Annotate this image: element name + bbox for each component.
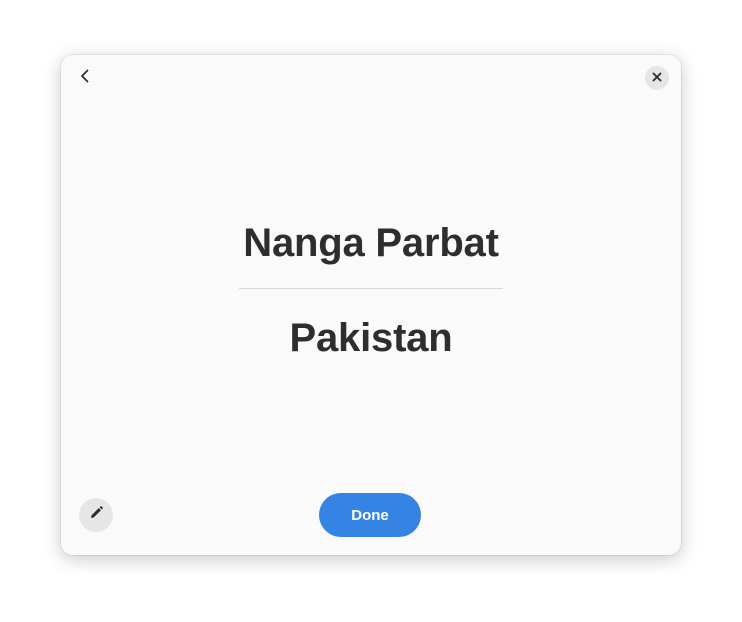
card-front-text: Nanga Parbat bbox=[243, 221, 499, 265]
go-previous-icon bbox=[77, 68, 93, 89]
window-close-icon bbox=[652, 69, 662, 87]
card-divider bbox=[239, 288, 503, 289]
card-back-text: Pakistan bbox=[289, 316, 453, 360]
done-button[interactable]: Done bbox=[319, 493, 421, 537]
back-button[interactable] bbox=[73, 66, 97, 90]
edit-button[interactable] bbox=[79, 498, 113, 532]
card-content: Nanga Parbat Pakistan bbox=[61, 215, 681, 370]
flashcard-dialog: Nanga Parbat Pakistan Done bbox=[61, 55, 681, 555]
pencil-icon bbox=[88, 505, 104, 526]
close-button[interactable] bbox=[645, 66, 669, 90]
